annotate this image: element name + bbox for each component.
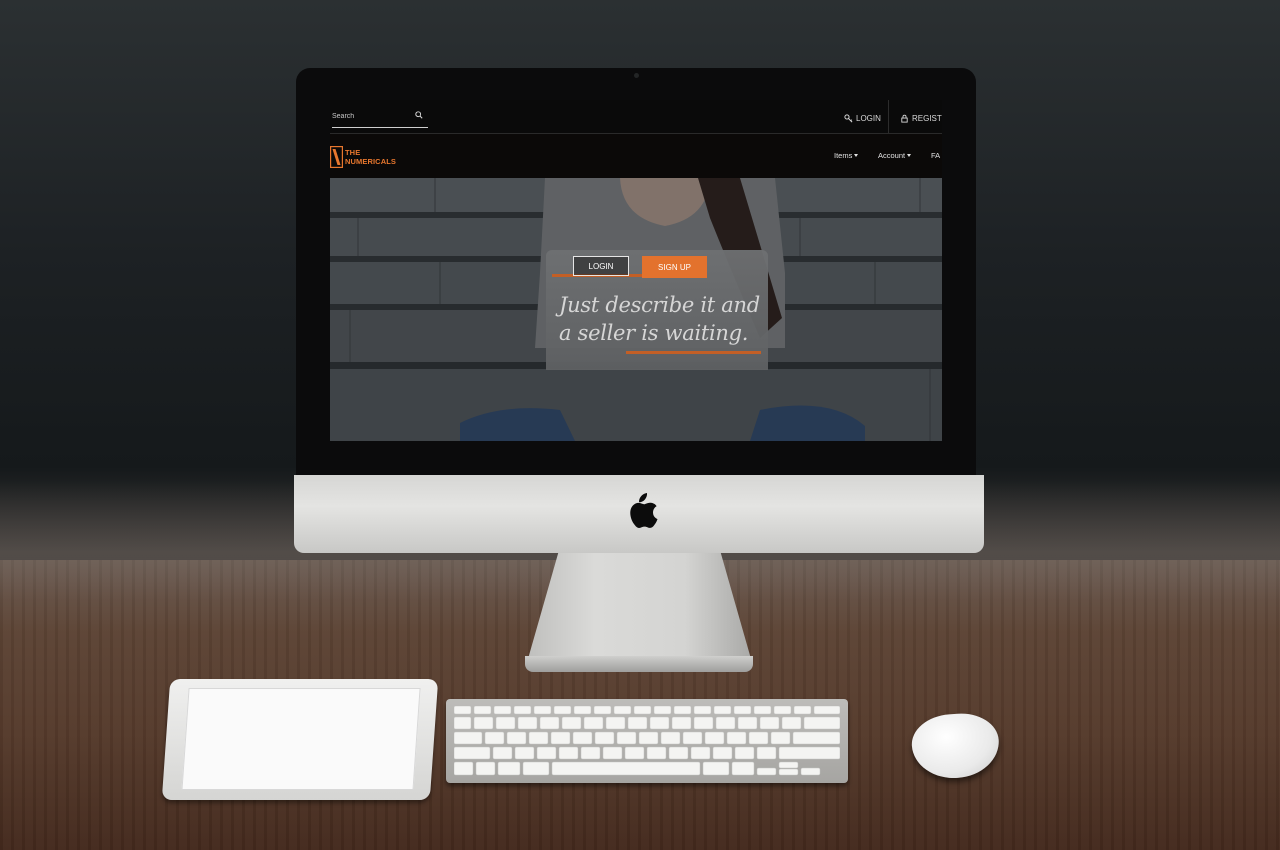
nav-items-label: Items [834, 151, 853, 160]
apple-logo-icon [630, 493, 658, 529]
keyboard-device [446, 699, 848, 783]
ipad-device [161, 679, 439, 800]
brand-line-1: THE [345, 148, 361, 157]
accent-line [626, 351, 761, 354]
camera-icon [634, 73, 639, 78]
nav-account-label: Account [878, 151, 906, 160]
main-navbar: THE NUMERICALS Items Account FA [330, 134, 942, 178]
imac-stand-base [525, 656, 753, 672]
imac-stand [527, 552, 752, 663]
search-input[interactable] [332, 108, 412, 124]
key-icon [844, 113, 853, 122]
nav-items[interactable]: Items [834, 151, 859, 160]
hero-tagline: Just describe it and a seller is waiting… [559, 293, 760, 345]
top-login-label: LOGIN [856, 113, 881, 123]
search-icon[interactable] [415, 111, 423, 119]
nav-faq-label: FA [931, 151, 941, 160]
top-register-link[interactable]: REGIST [900, 112, 942, 124]
keyboard-keys [454, 706, 840, 776]
chevron-down-icon [854, 154, 859, 157]
brand-name: THE NUMERICALS [345, 148, 396, 166]
user-icon [901, 114, 908, 123]
nav-faq[interactable]: FA [931, 151, 940, 160]
hero-signup-button[interactable]: SIGN UP [642, 256, 707, 278]
top-register-label: REGIST [912, 113, 942, 123]
ipad-screen [181, 688, 421, 790]
search-box[interactable] [332, 108, 428, 128]
top-bar: LOGIN REGIST [330, 100, 942, 134]
logo-mark-icon [330, 146, 343, 168]
hero-login-button[interactable]: LOGIN [573, 256, 629, 276]
nav-account[interactable]: Account [878, 151, 912, 160]
website-screen: LOGIN REGIST THE NUMERICALS Items [330, 100, 942, 441]
chevron-down-icon [907, 154, 912, 157]
divider [888, 100, 889, 133]
brand-logo[interactable]: THE NUMERICALS [330, 144, 396, 170]
top-login-link[interactable]: LOGIN [844, 112, 881, 124]
brand-line-2: NUMERICALS [345, 157, 396, 166]
